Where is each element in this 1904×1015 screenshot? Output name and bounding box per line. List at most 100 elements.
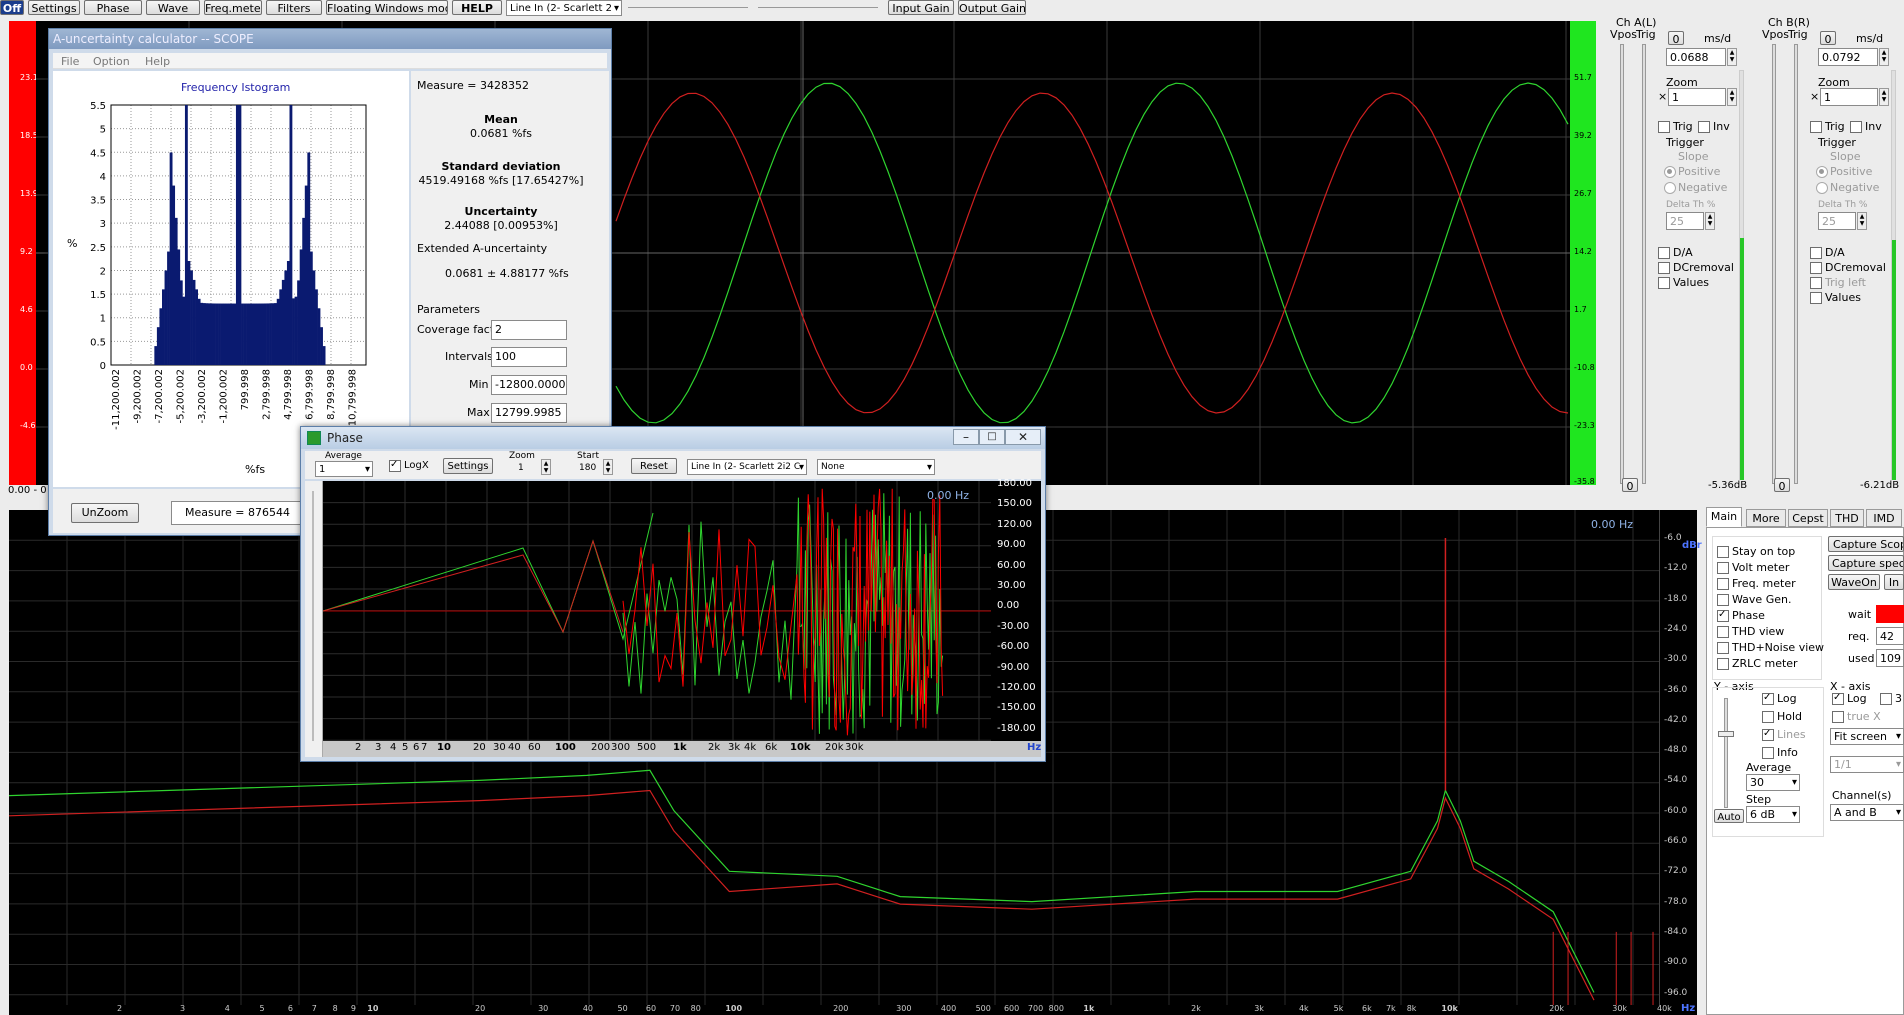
auto-button[interactable]: Auto xyxy=(1714,809,1744,823)
delta-spinner[interactable]: ▲ ▼ xyxy=(1857,212,1867,230)
x-log-checkbox[interactable]: Log xyxy=(1832,691,1867,705)
ratio-select[interactable]: 1/1 xyxy=(1830,756,1904,773)
phase-settings-button[interactable]: Settings xyxy=(443,458,493,474)
phase-checkbox[interactable]: Phase xyxy=(1717,608,1765,622)
maximize-icon[interactable]: □ xyxy=(979,429,1005,445)
values-checkbox[interactable]: Values xyxy=(1810,291,1861,304)
delta-input[interactable]: 25 xyxy=(1666,212,1704,230)
channels-select[interactable]: A and B xyxy=(1830,804,1904,821)
msd-spinner[interactable]: ▲ ▼ xyxy=(1879,48,1889,66)
phase-none-select[interactable]: None xyxy=(817,459,935,475)
y-range-thumb[interactable] xyxy=(1718,731,1734,737)
y-range-slider[interactable] xyxy=(1724,698,1728,808)
positive-radio[interactable]: Positive xyxy=(1816,165,1872,178)
fit-screen-select[interactable]: Fit screen xyxy=(1830,728,1904,745)
coverage-input[interactable]: 2 xyxy=(491,320,567,340)
waveon-button[interactable]: WaveOn xyxy=(1828,574,1880,590)
settings-button[interactable]: Settings xyxy=(28,0,80,15)
uncertainty-title-bar[interactable]: A-uncertainty calculator -- SCOPE xyxy=(49,29,611,49)
bottom-zero-button[interactable]: 0 xyxy=(1774,478,1790,492)
trig-slider[interactable] xyxy=(1642,44,1646,484)
true-x-checkbox[interactable]: true X xyxy=(1832,710,1881,723)
filters-button[interactable]: Filters xyxy=(266,0,322,15)
da-checkbox[interactable]: D/A xyxy=(1658,246,1693,259)
tab-cepst[interactable]: Cepst xyxy=(1788,509,1828,527)
freq-meter-button[interactable]: Freq.meter xyxy=(204,0,262,15)
delta-input[interactable]: 25 xyxy=(1818,212,1856,230)
msd-input[interactable]: 0.0688 xyxy=(1666,48,1726,66)
capture-spectrum-button[interactable]: Capture spectrum xyxy=(1828,555,1904,571)
values-checkbox[interactable]: Values xyxy=(1658,276,1709,289)
zoom-input[interactable]: 1 xyxy=(1820,88,1878,106)
volt-meter-checkbox[interactable]: Volt meter xyxy=(1717,561,1789,574)
minimize-icon[interactable]: – xyxy=(953,429,979,445)
logx-checkbox[interactable]: LogX xyxy=(389,458,429,472)
input-gain-slider[interactable] xyxy=(628,2,748,8)
delta-spinner[interactable]: ▲ ▼ xyxy=(1705,212,1715,230)
info-checkbox[interactable]: Info xyxy=(1762,746,1798,759)
close-icon[interactable]: ✕ xyxy=(1005,429,1041,445)
da-checkbox[interactable]: D/A xyxy=(1810,246,1845,259)
zrlc-meter-checkbox[interactable]: ZRLC meter xyxy=(1717,657,1798,670)
zero-button[interactable]: 0 xyxy=(1820,31,1836,45)
hold-checkbox[interactable]: Hold xyxy=(1762,710,1802,723)
x-3-checkbox[interactable]: 3 xyxy=(1880,692,1902,705)
phase-average-select[interactable]: 1 xyxy=(315,461,373,477)
tab-main[interactable]: Main xyxy=(1706,507,1742,527)
output-gain-button[interactable]: Output Gain xyxy=(958,0,1026,15)
tab-more[interactable]: More xyxy=(1746,509,1786,527)
trig-slider[interactable] xyxy=(1794,44,1798,484)
floating-windows-button[interactable]: Floating Windows mode xyxy=(326,0,448,15)
menu-option[interactable]: Option xyxy=(93,55,130,68)
input-gain-button[interactable]: Input Gain xyxy=(888,0,954,15)
tab-imd[interactable]: IMD xyxy=(1866,509,1902,527)
max-input[interactable]: 12799.9985 xyxy=(491,403,567,423)
thd-view-checkbox[interactable]: THD view xyxy=(1717,625,1784,638)
min-input[interactable]: -12800.0000 xyxy=(491,375,567,395)
inv-checkbox[interactable]: Inv xyxy=(1698,120,1730,133)
unzoom-button[interactable]: UnZoom xyxy=(71,503,139,523)
negative-radio[interactable]: Negative xyxy=(1664,181,1727,194)
trig-checkbox[interactable]: Trig xyxy=(1658,120,1693,133)
vpos-slider[interactable] xyxy=(1772,44,1776,484)
off-button[interactable]: Off xyxy=(0,0,24,15)
histogram-chart[interactable]: 0 0.5 1 1.5 2 2.5 3 3.5 4 4.5 5 5.5 -11,200.002 -9,20… xyxy=(53,91,409,451)
dcremoval-checkbox[interactable]: DCremoval xyxy=(1658,261,1734,274)
trig-left-checkbox[interactable]: Trig left xyxy=(1810,276,1866,289)
input-device-select[interactable]: Line In (2- Scarlett 2 xyxy=(506,0,622,16)
wave-button[interactable]: Wave xyxy=(146,0,200,15)
tab-thd[interactable]: THD xyxy=(1830,509,1864,527)
vpos-slider[interactable] xyxy=(1620,44,1624,484)
step-select[interactable]: 6 dB xyxy=(1746,806,1800,823)
help-button[interactable]: HELP xyxy=(452,0,502,15)
average-select[interactable]: 30 xyxy=(1746,774,1800,791)
phase-button[interactable]: Phase xyxy=(84,0,142,15)
freq-meter-checkbox[interactable]: Freq. meter xyxy=(1717,577,1796,590)
trig-checkbox[interactable]: Trig xyxy=(1810,120,1845,133)
bottom-zero-button[interactable]: 0 xyxy=(1622,478,1638,492)
zoom-input[interactable]: 1 xyxy=(1668,88,1726,106)
phase-start-spinner[interactable]: ▲ ▼ xyxy=(603,459,613,475)
positive-radio[interactable]: Positive xyxy=(1664,165,1720,178)
thd-noise-view-checkbox[interactable]: THD+Noise view xyxy=(1717,641,1824,654)
capture-scope-button[interactable]: Capture Scope xyxy=(1828,536,1904,552)
intervals-input[interactable]: 100 xyxy=(491,347,567,367)
phase-input-select[interactable]: Line In (2- Scarlett 2i2 C xyxy=(687,459,807,475)
zero-button[interactable]: 0 xyxy=(1668,31,1684,45)
menu-file[interactable]: File xyxy=(61,55,79,68)
phase-plot[interactable]: 0.00 Hz xyxy=(323,481,991,741)
lines-checkbox[interactable]: Lines xyxy=(1762,727,1806,741)
zoom-spinner[interactable]: ▲ ▼ xyxy=(1879,88,1889,106)
output-gain-slider[interactable] xyxy=(758,2,878,8)
stay-on-top-checkbox[interactable]: Stay on top xyxy=(1717,545,1795,558)
y-log-checkbox[interactable]: Log xyxy=(1762,691,1797,705)
phase-vertical-slider[interactable] xyxy=(312,491,314,741)
negative-radio[interactable]: Negative xyxy=(1816,181,1879,194)
msd-spinner[interactable]: ▲ ▼ xyxy=(1727,48,1737,66)
dcremoval-checkbox[interactable]: DCremoval xyxy=(1810,261,1886,274)
phase-title-bar[interactable]: Phase – □ ✕ xyxy=(301,427,1045,449)
phase-zoom-spinner[interactable]: ▲ ▼ xyxy=(541,459,551,475)
wave-gen-checkbox[interactable]: Wave Gen. xyxy=(1717,593,1791,606)
in-button[interactable]: In xyxy=(1884,574,1904,590)
msd-input[interactable]: 0.0792 xyxy=(1818,48,1878,66)
